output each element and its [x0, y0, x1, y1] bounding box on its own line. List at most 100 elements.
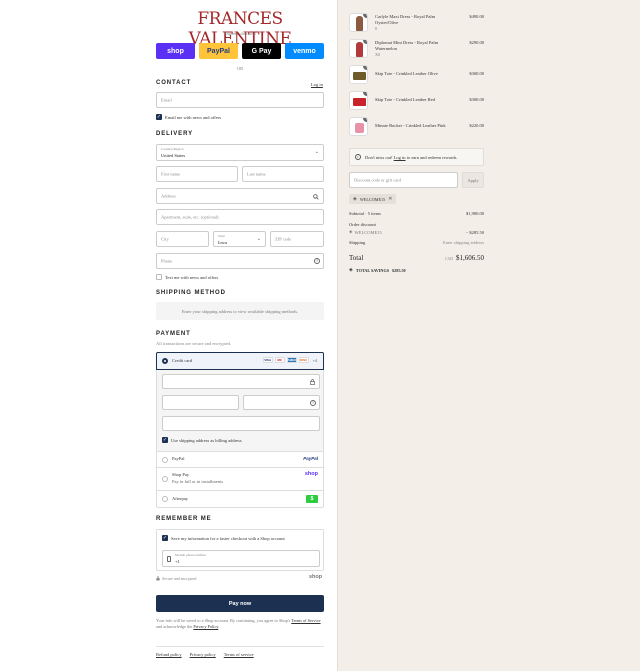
tag-icon: ◈ [353, 196, 357, 202]
address-field[interactable]: Address [156, 188, 324, 204]
card-logos: VISA MC AMEX DISC +4 [262, 357, 317, 363]
country-select[interactable]: Country/Region United States ⌄ [156, 144, 324, 161]
quantity-badge: 1 [363, 92, 367, 96]
shipping-heading: SHIPPING METHOD [156, 290, 226, 296]
remember-box: Save my information for a faster checkou… [156, 529, 324, 571]
last-name-placeholder: Last name [247, 171, 266, 177]
venmo-button[interactable]: venmo [285, 43, 324, 59]
remember-heading: REMEMBER ME [156, 516, 212, 522]
discount-placeholder: Discount code or gift card [354, 177, 401, 183]
legal-middle: and acknowledge the [156, 624, 194, 629]
first-name-field[interactable]: First name [156, 166, 238, 182]
billing-checkbox-row[interactable]: Use shipping address as billing address [162, 437, 242, 443]
city-placeholder: City [161, 236, 169, 242]
last-name-field[interactable]: Last name [242, 166, 324, 182]
email-field[interactable]: Email [156, 92, 324, 108]
state-select[interactable]: State Iowa ⌄ [213, 231, 266, 247]
terms-of-service-link[interactable]: Terms of service [224, 652, 254, 657]
total-label: Total [349, 254, 364, 262]
pay-now-button[interactable]: Pay now [156, 595, 324, 612]
save-info-label: Save my information for a faster checkou… [171, 535, 285, 541]
zip-field[interactable]: ZIP code [270, 231, 324, 247]
payment-heading: PAYMENT [156, 331, 191, 337]
discount-code-field[interactable]: Discount code or gift card [349, 172, 458, 188]
contact-heading: CONTACT [156, 80, 192, 86]
credit-card-option[interactable]: Credit card VISA MC AMEX DISC +4 [156, 352, 324, 370]
security-code-field[interactable]: ? [243, 395, 320, 410]
cart-item-list: 1 Carlyle Maxi Dress - Royal Palm Oyster… [349, 13, 484, 143]
or-divider: OR [236, 66, 244, 71]
terms-link[interactable]: Terms of Service [291, 618, 320, 623]
lock-icon [156, 576, 160, 581]
applied-discount-tag: ◈ WELCOME15 ✕ [349, 194, 397, 204]
cart-item: 1 Skip Tote - Crinkled Leather Olive $30… [349, 65, 484, 91]
shop-logo: shop [309, 574, 323, 580]
state-value: Iowa [218, 240, 227, 245]
help-icon[interactable]: ? [314, 258, 320, 264]
quantity-badge: 1 [363, 40, 367, 44]
news-checkbox-row[interactable]: Email me with news and offers [156, 114, 221, 120]
shipping-row: Shipping Enter shipping address [349, 240, 484, 245]
apartment-field[interactable]: Apartment, suite, etc. (optional) [156, 209, 324, 225]
shop-pay-option[interactable]: Shop Pay Pay in full or in installments … [156, 468, 324, 491]
shop-pay-radio[interactable] [162, 476, 168, 482]
close-icon[interactable]: ✕ [388, 196, 392, 202]
search-icon [313, 194, 319, 200]
item-price: $300.00 [469, 97, 484, 102]
express-checkout-label: Express checkout [224, 31, 256, 36]
text-offers-label: Text me with news and offers [165, 274, 219, 280]
text-offers-checkbox-row[interactable]: Text me with news and offers [156, 274, 218, 280]
city-field[interactable]: City [156, 231, 209, 247]
save-info-row[interactable]: Save my information for a faster checkou… [162, 535, 285, 541]
billing-checkbox[interactable] [162, 437, 168, 443]
product-thumbnail: 1 [349, 39, 368, 58]
privacy-policy-link[interactable]: Privacy policy [190, 652, 216, 657]
news-checkbox[interactable] [156, 114, 162, 120]
order-discount-row: Order discount [349, 222, 484, 227]
paypal-option[interactable]: PayPal PayPal [156, 452, 324, 468]
item-price: $290.00 [469, 40, 484, 45]
address-placeholder: Address [161, 193, 176, 199]
item-title: Skip Tote - Crinkled Leather Olive [375, 71, 438, 76]
delivery-heading: DELIVERY [156, 131, 193, 137]
payment-subtitle: All transactions are secure and encrypte… [156, 341, 232, 346]
item-price: $490.00 [469, 14, 484, 19]
login-link[interactable]: Log in [311, 82, 323, 87]
rewards-banner: i Don't miss out! Log in to earn and red… [349, 148, 484, 166]
amex-icon: AMEX [286, 357, 297, 363]
shop-pay-button[interactable]: shop [156, 43, 195, 59]
total-value: $1,606.50 [456, 254, 484, 262]
name-on-card-field[interactable] [162, 416, 320, 431]
google-pay-button[interactable]: G Pay [242, 43, 281, 59]
help-icon[interactable]: ? [310, 400, 316, 406]
item-price: $300.00 [469, 71, 484, 76]
rewards-login-link[interactable]: Log in [394, 155, 406, 160]
legal-end: . [218, 624, 220, 629]
cart-item: 1 Carlyle Maxi Dress - Royal Palm Oyster… [349, 13, 484, 39]
paypal-button[interactable]: PayPal [199, 43, 238, 59]
mobile-phone-field[interactable]: Mobile phone number +1 [162, 550, 320, 567]
chevron-down-icon: ⌄ [314, 149, 319, 155]
phone-placeholder: Phone [161, 258, 173, 264]
save-info-checkbox[interactable] [162, 535, 168, 541]
apply-button[interactable]: Apply [462, 172, 484, 188]
phone-icon [167, 556, 171, 562]
credit-card-radio[interactable] [162, 358, 168, 364]
afterpay-option[interactable]: Afterpay $ [156, 491, 324, 508]
paypal-label: PayPal [172, 456, 185, 461]
paypal-radio[interactable] [162, 457, 168, 463]
afterpay-radio[interactable] [162, 496, 168, 502]
discount-code-row: ◈ WELCOME15 − $285.50 [349, 230, 484, 235]
expiry-field[interactable] [162, 395, 239, 410]
legal-line1: Your info will be saved to a Shop accoun… [156, 618, 291, 623]
item-variant: 0 [375, 26, 377, 31]
subtotal-label: Subtotal · 5 items [349, 211, 381, 216]
mobile-label: Mobile phone number [175, 553, 207, 557]
card-number-field[interactable] [162, 374, 320, 389]
privacy-link[interactable]: Privacy Policy [193, 624, 218, 629]
text-offers-checkbox[interactable] [156, 274, 162, 280]
refund-policy-link[interactable]: Refund policy [156, 652, 182, 657]
phone-field[interactable]: Phone ? [156, 253, 324, 269]
discover-icon: DISC [298, 357, 309, 363]
legal-text: Your info will be saved to a Shop accoun… [156, 618, 324, 630]
